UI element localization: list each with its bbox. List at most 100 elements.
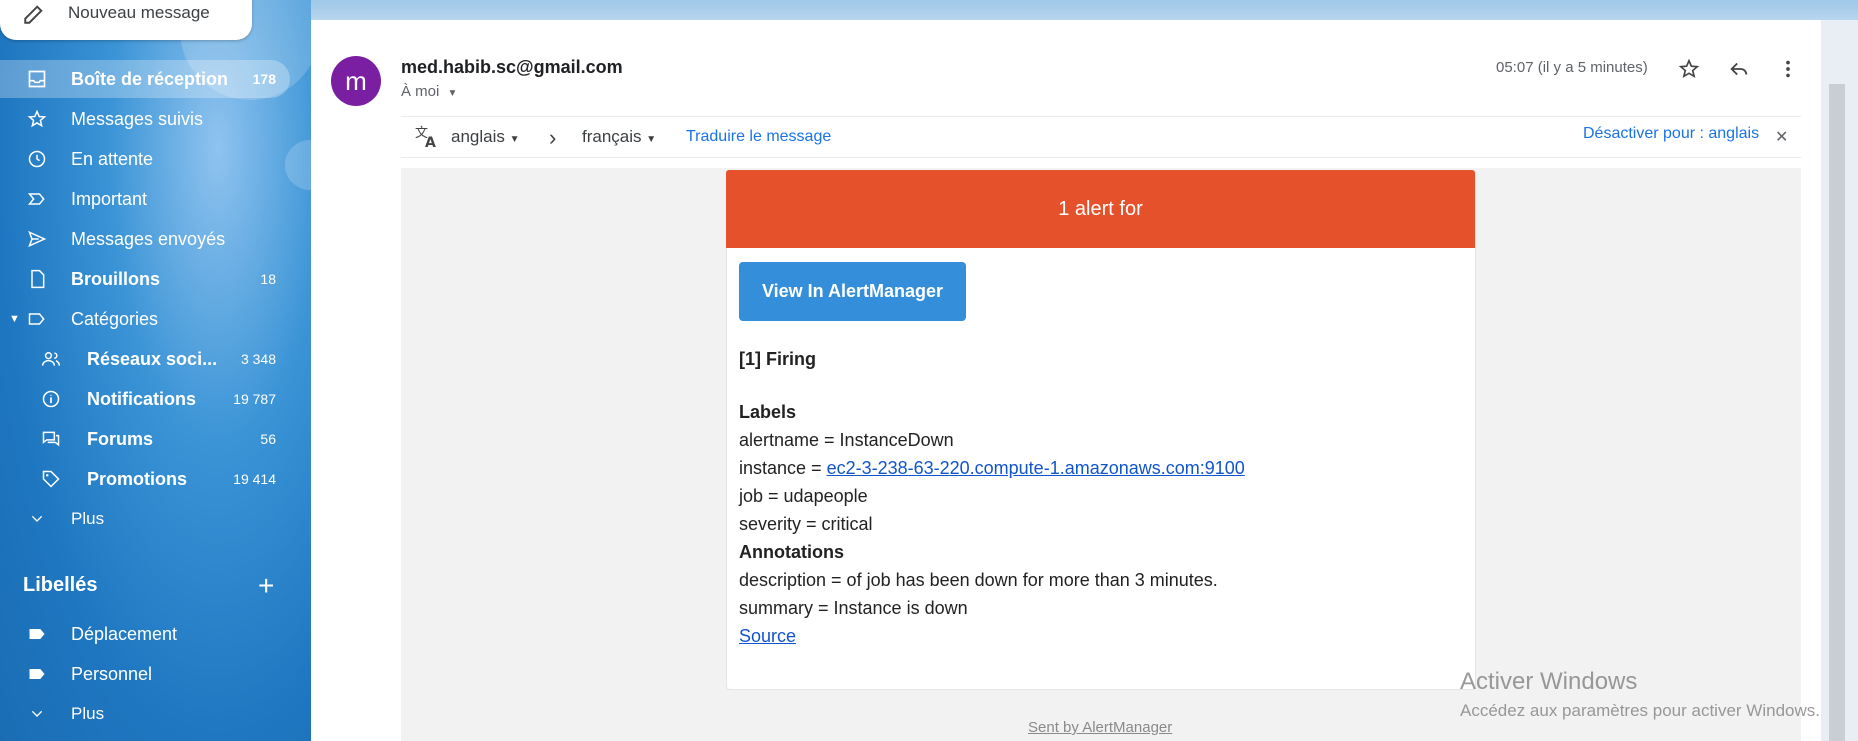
instance-link[interactable]: ec2-3-238-63-220.compute-1.amazonaws.com… [827, 458, 1245, 478]
forum-icon [40, 428, 62, 450]
sidebar-label-deplacement[interactable]: Déplacement [0, 615, 290, 653]
sidebar-item-label: Catégories [71, 308, 159, 329]
annotation-summary: summary = Instance is down [739, 598, 968, 618]
unread-count: 178 [252, 71, 276, 87]
reply-icon [1730, 62, 1748, 76]
star-icon [1678, 58, 1700, 79]
sidebar-item-label: Déplacement [71, 623, 178, 644]
label-alertname: alertname = InstanceDown [739, 430, 954, 450]
view-in-alertmanager-button[interactable]: View In AlertManager [739, 262, 966, 321]
sidebar-item-sent[interactable]: Messages envoyés [0, 220, 290, 258]
labels-heading: Libellés [23, 574, 98, 596]
unread-count: 19 787 [233, 391, 276, 407]
clock-icon [26, 148, 48, 170]
toolbar-strip [311, 0, 1858, 20]
more-vert-icon [1786, 60, 1790, 78]
sidebar-item-categories[interactable]: ▼ Catégories [0, 300, 290, 338]
sidebar-item-label: Promotions [87, 468, 188, 489]
sidebar: Nouveau message Boîte de réception 178 M… [0, 0, 311, 741]
avatar[interactable]: m [331, 56, 381, 106]
sidebar-item-label: Important [71, 188, 148, 209]
sidebar-item-social[interactable]: Réseaux soci... 3 348 [0, 340, 290, 378]
star-icon [26, 108, 48, 130]
caret-down-icon: ▼ [646, 134, 657, 145]
sidebar-item-important[interactable]: Important [0, 180, 290, 218]
translate-message-link[interactable]: Traduire le message [686, 128, 831, 146]
scrollbar-thumb[interactable] [1829, 84, 1845, 741]
recipient-label: À moi [401, 83, 440, 100]
chevron-down-icon [26, 508, 48, 530]
annotations-heading: Annotations [739, 542, 844, 562]
label-tag-icon [26, 663, 48, 685]
label-tag-icon [26, 623, 48, 645]
sidebar-labels-more[interactable]: Plus [0, 695, 290, 733]
label-icon [26, 308, 48, 330]
disable-translation-link[interactable]: Désactiver pour : anglais [1583, 125, 1759, 143]
pencil-icon [24, 5, 43, 24]
sidebar-item-promotions[interactable]: Promotions 19 414 [0, 460, 290, 498]
close-icon[interactable]: ✕ [1775, 127, 1788, 147]
sidebar-item-starred[interactable]: Messages suivis [0, 100, 290, 138]
message-time: 05:07 (il y a 5 minutes) [1496, 59, 1648, 76]
recipient-dropdown[interactable]: À moi ▼ [401, 83, 457, 100]
sidebar-item-forums[interactable]: Forums 56 [0, 420, 290, 458]
chevron-down-icon [26, 703, 48, 725]
sidebar-item-label: Plus [71, 509, 105, 528]
sidebar-item-label: Boîte de réception [71, 68, 229, 89]
label-severity: severity = critical [739, 514, 873, 534]
alert-header: 1 alert for [726, 170, 1475, 248]
unread-count: 3 348 [240, 351, 276, 367]
label-instance: instance = ec2-3-238-63-220.compute-1.am… [739, 458, 1245, 479]
target-language: français [582, 127, 642, 146]
instance-prefix: instance = [739, 458, 827, 478]
compose-button[interactable]: Nouveau message [0, 0, 252, 40]
target-language-select[interactable]: français ▼ [582, 127, 656, 147]
sidebar-item-label: Brouillons [71, 268, 160, 289]
source-link-row: Source [739, 626, 796, 647]
sidebar-item-label: En attente [71, 148, 154, 169]
draft-icon [26, 268, 48, 290]
sidebar-item-drafts[interactable]: Brouillons 18 [0, 260, 290, 298]
chevron-right-icon: › [549, 125, 557, 150]
inbox-icon [26, 68, 48, 90]
unread-count: 19 414 [233, 471, 276, 487]
sender-address[interactable]: med.habib.sc@gmail.com [401, 57, 623, 78]
svg-text:A: A [425, 135, 436, 149]
reply-button[interactable] [1726, 56, 1752, 82]
more-options-button[interactable] [1775, 56, 1801, 82]
source-language: anglais [451, 127, 505, 146]
star-button[interactable] [1676, 56, 1702, 82]
info-icon [40, 388, 62, 410]
caret-down-icon: ▼ [447, 88, 458, 99]
sidebar-item-label: Personnel [71, 663, 153, 684]
sidebar-item-snoozed[interactable]: En attente [0, 140, 290, 178]
sidebar-item-label: Forums [87, 428, 154, 449]
firing-heading: [1] Firing [739, 349, 816, 369]
sidebar-item-label: Plus [71, 704, 105, 723]
caret-down-icon[interactable]: ▼ [9, 313, 20, 325]
important-icon [26, 188, 48, 210]
sent-by-link[interactable]: Sent by AlertManager [1028, 719, 1172, 736]
windows-activation-subtitle: Accédez aux paramètres pour activer Wind… [1460, 701, 1820, 720]
sidebar-item-label: Messages suivis [71, 108, 204, 129]
source-language-select[interactable]: anglais ▼ [451, 127, 520, 147]
unread-count: 56 [260, 431, 276, 447]
compose-label: Nouveau message [68, 3, 210, 22]
source-link[interactable]: Source [739, 626, 796, 646]
caret-down-icon: ▼ [509, 134, 520, 145]
translate-bar: 文A anglais ▼ › français ▼ Traduire le me… [401, 116, 1801, 158]
send-icon [26, 228, 48, 250]
annotation-description: description = of job has been down for m… [739, 570, 1218, 590]
people-icon [40, 348, 62, 370]
sidebar-item-notifications[interactable]: Notifications 19 787 [0, 380, 290, 418]
translate-icon: 文A [414, 125, 440, 154]
add-label-button[interactable]: + [258, 570, 274, 602]
tag-icon [40, 468, 62, 490]
draft-count: 18 [260, 271, 276, 287]
sidebar-item-more[interactable]: Plus [0, 500, 290, 538]
sidebar-item-label: Messages envoyés [71, 228, 226, 249]
sidebar-label-personnel[interactable]: Personnel [0, 655, 290, 693]
windows-activation-title: Activer Windows [1460, 668, 1638, 695]
sidebar-item-label: Réseaux soci... [87, 348, 218, 369]
sidebar-item-inbox[interactable]: Boîte de réception 178 [0, 60, 290, 98]
